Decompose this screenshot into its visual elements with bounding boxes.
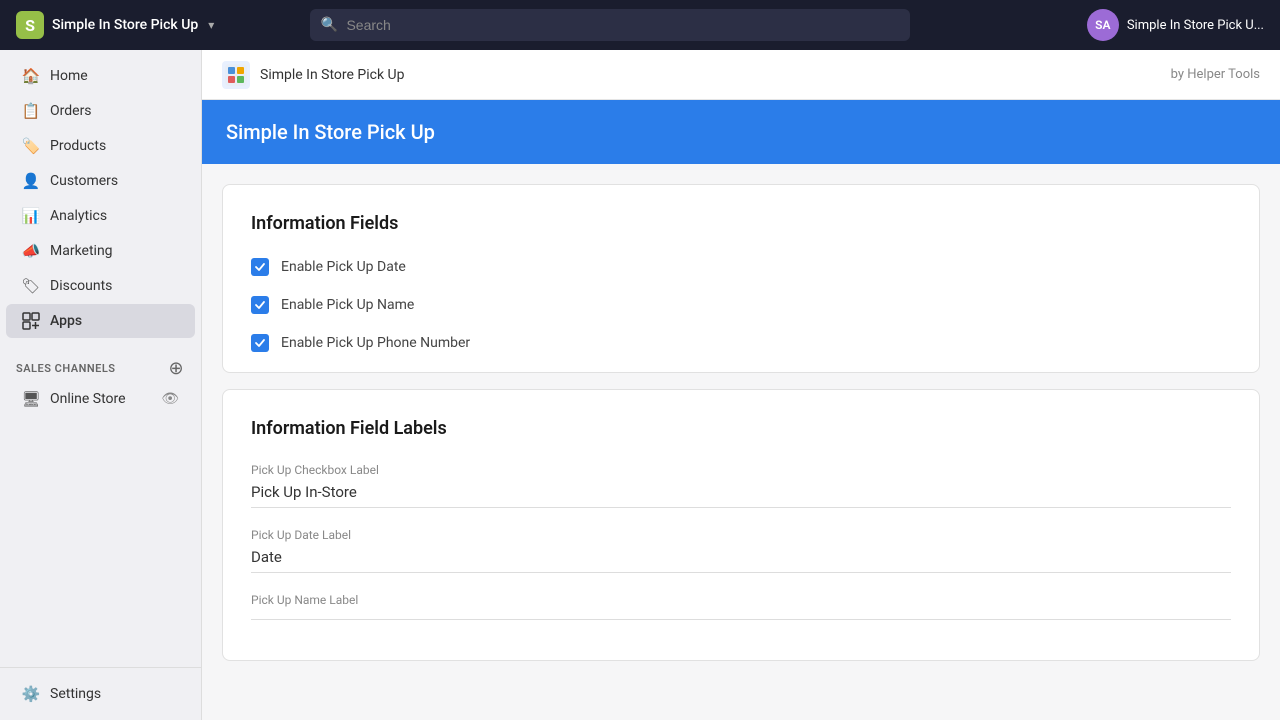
sidebar-item-online-store[interactable]: 🖥 Online Store 👁 bbox=[6, 382, 195, 416]
shopify-icon: S bbox=[16, 11, 44, 39]
field-label-name: Pick Up Name Label bbox=[251, 593, 1231, 607]
sidebar-item-label: Analytics bbox=[50, 208, 107, 224]
sidebar-nav: 🏠 Home 📋 Orders 🏷️ Products 👤 Customers … bbox=[0, 50, 201, 347]
sidebar-item-label: Home bbox=[50, 68, 88, 84]
sidebar: 🏠 Home 📋 Orders 🏷️ Products 👤 Customers … bbox=[0, 50, 202, 720]
field-group-checkbox-label: Pick Up Checkbox Label Pick Up In-Store bbox=[251, 463, 1231, 508]
apps-icon bbox=[22, 312, 40, 330]
home-icon: 🏠 bbox=[22, 67, 40, 85]
app-header-title: Simple In Store Pick Up bbox=[226, 120, 435, 144]
sales-channels-header: SALES CHANNELS ⊕ bbox=[0, 347, 201, 381]
discounts-icon: 🏷 bbox=[22, 277, 40, 295]
sidebar-item-label: Discounts bbox=[50, 278, 112, 294]
information-fields-title: Information Fields bbox=[251, 213, 1231, 234]
eye-icon: 👁 bbox=[161, 391, 179, 407]
sidebar-item-analytics[interactable]: 📊 Analytics bbox=[6, 199, 195, 233]
online-store-icon: 🖥 bbox=[22, 390, 40, 408]
checkbox-label-date: Enable Pick Up Date bbox=[281, 259, 406, 275]
customers-icon: 👤 bbox=[22, 172, 40, 190]
checkbox-pickup-date[interactable] bbox=[251, 258, 269, 276]
information-field-labels-title: Information Field Labels bbox=[251, 418, 1231, 439]
field-label-checkbox: Pick Up Checkbox Label bbox=[251, 463, 1231, 477]
field-value-date[interactable]: Date bbox=[251, 548, 1231, 573]
sidebar-item-apps[interactable]: Apps bbox=[6, 304, 195, 338]
app-header-banner: Simple In Store Pick Up bbox=[202, 100, 1280, 164]
orders-icon: 📋 bbox=[22, 102, 40, 120]
add-sales-channel-button[interactable]: ⊕ bbox=[167, 359, 185, 377]
sidebar-item-products[interactable]: 🏷️ Products bbox=[6, 129, 195, 163]
checkbox-label-phone: Enable Pick Up Phone Number bbox=[281, 335, 470, 351]
field-group-date-label: Pick Up Date Label Date bbox=[251, 528, 1231, 573]
app-icon bbox=[222, 61, 250, 89]
avatar: SA bbox=[1087, 9, 1119, 41]
brand-logo[interactable]: S Simple In Store Pick Up ▾ bbox=[16, 11, 214, 39]
search-icon: 🔍 bbox=[320, 17, 337, 33]
main-content: Simple In Store Pick Up by Helper Tools … bbox=[202, 50, 1280, 720]
field-label-date: Pick Up Date Label bbox=[251, 528, 1231, 542]
chevron-down-icon: ▾ bbox=[208, 18, 214, 32]
products-icon: 🏷️ bbox=[22, 137, 40, 155]
breadcrumb-app-name: Simple In Store Pick Up bbox=[260, 67, 405, 83]
field-group-name-label: Pick Up Name Label bbox=[251, 593, 1231, 620]
store-name-label: Simple In Store Pick U... bbox=[1127, 18, 1264, 33]
sidebar-bottom: ⚙️ Settings bbox=[0, 667, 201, 720]
checkbox-row-date: Enable Pick Up Date bbox=[251, 258, 1231, 276]
breadcrumb-left: Simple In Store Pick Up bbox=[222, 61, 405, 89]
checkbox-pickup-name[interactable] bbox=[251, 296, 269, 314]
checkbox-row-phone: Enable Pick Up Phone Number bbox=[251, 334, 1231, 352]
sidebar-item-marketing[interactable]: 📣 Marketing bbox=[6, 234, 195, 268]
brand-name: Simple In Store Pick Up bbox=[52, 17, 198, 33]
breadcrumb-bar: Simple In Store Pick Up by Helper Tools bbox=[202, 50, 1280, 100]
online-store-left: 🖥 Online Store bbox=[22, 390, 126, 408]
sidebar-item-label: Orders bbox=[50, 103, 92, 119]
content-area: Information Fields Enable Pick Up Date bbox=[202, 164, 1280, 681]
sidebar-item-discounts[interactable]: 🏷 Discounts bbox=[6, 269, 195, 303]
settings-label: Settings bbox=[50, 686, 101, 702]
settings-icon: ⚙️ bbox=[22, 685, 40, 703]
top-nav: S Simple In Store Pick Up ▾ 🔍 SA Simple … bbox=[0, 0, 1280, 50]
field-value-checkbox[interactable]: Pick Up In-Store bbox=[251, 483, 1231, 508]
sidebar-item-label: Apps bbox=[50, 313, 82, 329]
search-bar: 🔍 bbox=[310, 9, 910, 41]
marketing-icon: 📣 bbox=[22, 242, 40, 260]
sidebar-item-label: Marketing bbox=[50, 243, 113, 259]
sidebar-item-label: Products bbox=[50, 138, 106, 154]
search-input[interactable] bbox=[310, 9, 910, 41]
information-field-labels-card: Information Field Labels Pick Up Checkbo… bbox=[222, 389, 1260, 661]
checkbox-label-name: Enable Pick Up Name bbox=[281, 297, 414, 313]
sidebar-item-customers[interactable]: 👤 Customers bbox=[6, 164, 195, 198]
checkbox-pickup-phone[interactable] bbox=[251, 334, 269, 352]
online-store-label: Online Store bbox=[50, 391, 126, 407]
analytics-icon: 📊 bbox=[22, 207, 40, 225]
sidebar-item-orders[interactable]: 📋 Orders bbox=[6, 94, 195, 128]
sidebar-item-label: Customers bbox=[50, 173, 118, 189]
sidebar-item-settings[interactable]: ⚙️ Settings bbox=[6, 677, 195, 711]
layout: 🏠 Home 📋 Orders 🏷️ Products 👤 Customers … bbox=[0, 50, 1280, 720]
top-nav-right: SA Simple In Store Pick U... bbox=[1087, 9, 1264, 41]
field-value-name[interactable] bbox=[251, 613, 1231, 620]
checkbox-row-name: Enable Pick Up Name bbox=[251, 296, 1231, 314]
sidebar-item-home[interactable]: 🏠 Home bbox=[6, 59, 195, 93]
by-helper-text: by Helper Tools bbox=[1171, 67, 1260, 82]
information-fields-card: Information Fields Enable Pick Up Date bbox=[222, 184, 1260, 373]
